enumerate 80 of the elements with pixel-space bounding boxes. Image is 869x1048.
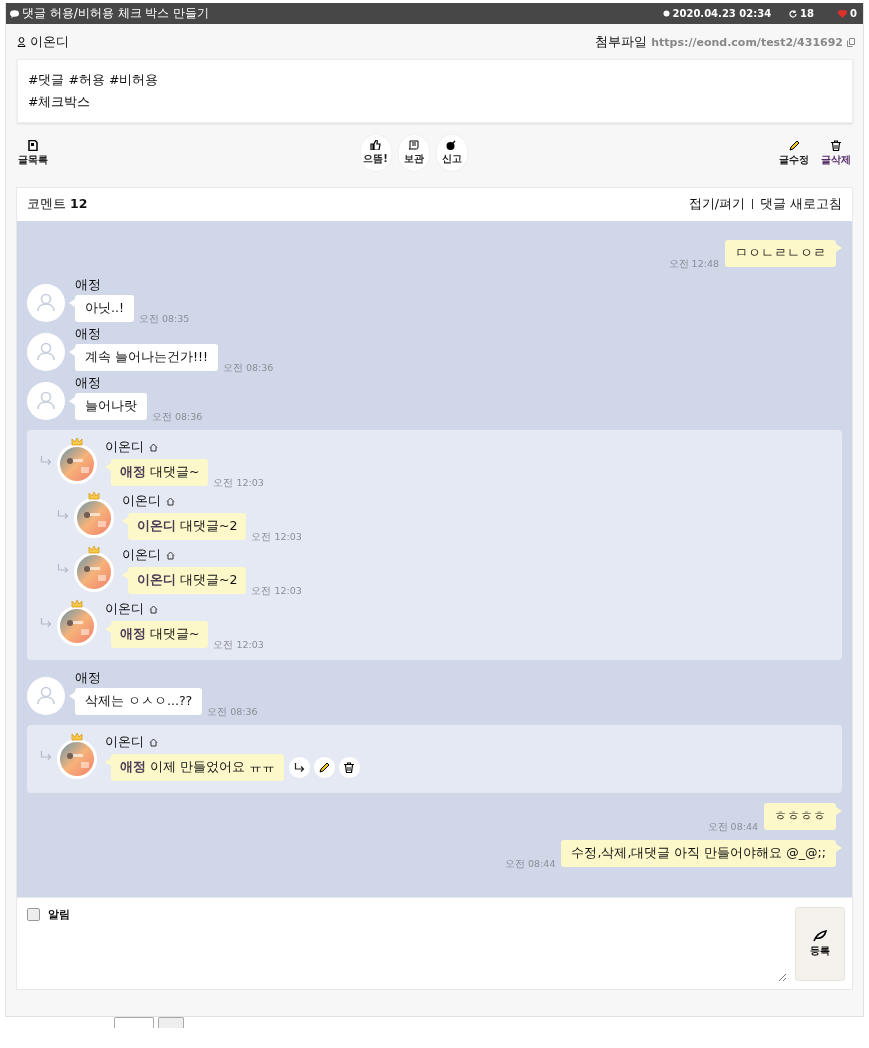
page-select[interactable] (114, 1017, 154, 1028)
commenter-name: 이온디 (122, 546, 161, 564)
commenter-name: 애정 (75, 670, 102, 687)
user-avatar-icon (27, 284, 65, 322)
toolbar-button[interactable]: 글삭제 (819, 139, 853, 167)
notify-label: 알림 (48, 907, 70, 922)
comment-time: 오전 08:36 (207, 706, 258, 719)
crown-icon (71, 732, 83, 741)
crown-icon (88, 545, 100, 554)
heart-icon (838, 9, 848, 18)
reply-arrow-icon (40, 618, 52, 628)
reply-arrow-icon (57, 564, 69, 574)
comment-time: 오전 12:03 (251, 585, 302, 598)
user-avatar-icon (27, 677, 65, 715)
commenter-name: 이온디 (122, 492, 161, 510)
commenter-name: 애정 (75, 326, 102, 343)
pencil-icon (788, 139, 800, 151)
thumbs-up-icon (370, 140, 381, 150)
toolbar-button[interactable]: 신고 (436, 135, 467, 171)
collapse-toggle-link[interactable]: 접기/펴기 (688, 196, 745, 211)
delete-button[interactable] (338, 757, 360, 778)
bomb-icon (446, 140, 457, 150)
submit-button[interactable]: 등록 (795, 907, 845, 981)
resize-grip-icon[interactable] (778, 973, 787, 982)
comment-time: 오전 08:44 (505, 858, 556, 871)
hashtag-line: #댓글 #허용 #비허용 (28, 71, 160, 89)
toolbar-button[interactable]: 보관 (398, 135, 429, 171)
commenter-name: 애정 (75, 277, 102, 294)
post-date: 2020.04.23 02:34 (672, 8, 772, 19)
toolbar-button[interactable]: 으뜸! (360, 135, 391, 171)
comment-time: 오전 08:36 (152, 411, 203, 424)
copy-icon[interactable] (847, 37, 855, 47)
refresh-comments-link[interactable]: 댓글 새로고침 (760, 196, 842, 211)
commenter-name: 애정 (75, 375, 102, 392)
comment-time: 오전 12:03 (213, 477, 264, 490)
edit-button[interactable] (313, 757, 335, 778)
reply-button[interactable] (288, 757, 310, 778)
toolbar-button[interactable]: 글목록 (16, 139, 50, 167)
view-count: 18 (800, 8, 815, 19)
home-icon (149, 442, 158, 452)
home-icon (149, 737, 158, 747)
user-avatar-icon (27, 333, 65, 371)
toolbar-button[interactable]: 글수정 (777, 139, 811, 167)
crown-icon (71, 437, 83, 446)
comment-time: 오전 08:44 (707, 821, 758, 834)
comment-time: 오전 12:03 (213, 639, 264, 652)
trash-icon (344, 762, 355, 773)
commenter-name: 이온디 (105, 733, 144, 751)
reply-arrow-icon (57, 510, 69, 520)
reply-arrow-icon (293, 762, 305, 773)
refresh-icon (789, 9, 798, 18)
reply-arrow-icon (40, 751, 52, 761)
comment-time: 오전 12:48 (668, 258, 719, 271)
comment-time: 오전 08:35 (138, 313, 190, 326)
pencil-icon (318, 762, 330, 773)
home-icon (166, 496, 175, 506)
home-icon (166, 550, 175, 560)
reply-arrow-icon (40, 456, 52, 466)
document-icon (28, 139, 38, 151)
trash-icon (831, 139, 841, 151)
hashtag-line: #체크박스 (28, 93, 92, 111)
like-count: 0 (850, 8, 857, 19)
author-name: 이온디 (30, 33, 69, 51)
crown-icon (71, 599, 83, 608)
home-icon (149, 604, 158, 614)
notify-checkbox[interactable] (27, 908, 40, 921)
commenter-name: 이온디 (105, 438, 144, 456)
attachment-label: 첨부파일 (595, 33, 648, 51)
comment-count: 12 (70, 196, 88, 211)
user-avatar-icon (27, 382, 65, 420)
speech-bubble-icon (10, 9, 19, 18)
commenter-name: 이온디 (105, 600, 144, 618)
comment-time: 오전 08:36 (223, 362, 274, 375)
comment-time: 오전 12:03 (251, 531, 302, 544)
comment-title: 코멘트 (27, 196, 66, 211)
comment-input-field[interactable]: 알림 (27, 907, 789, 982)
post-title: 댓글 허용/비허용 체크 박스 만들기 (22, 5, 211, 22)
feather-icon (813, 930, 827, 942)
user-icon (17, 37, 26, 47)
crown-icon (88, 491, 100, 500)
